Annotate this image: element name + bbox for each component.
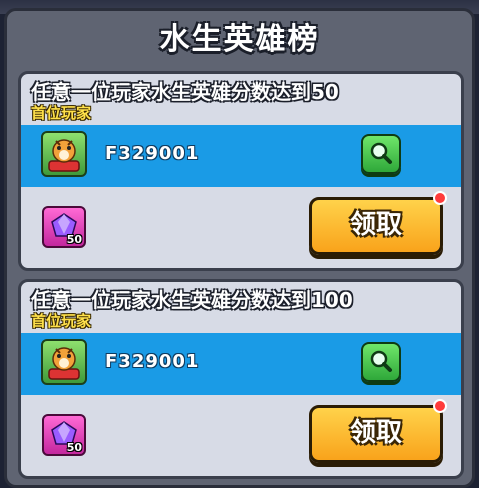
reward-gem: 50 bbox=[42, 206, 86, 248]
view-player-button[interactable] bbox=[361, 342, 401, 382]
notification-dot bbox=[433, 191, 447, 205]
player-row: F329001 bbox=[21, 125, 461, 187]
magnifier-icon bbox=[370, 142, 392, 164]
player-row: F329001 bbox=[21, 333, 461, 395]
claim-button[interactable]: 领取 bbox=[309, 405, 443, 463]
achievement-card: 任意一位玩家水生英雄分数达到100 首位玩家 F329001 50 领取 bbox=[18, 279, 464, 479]
player-id: F329001 bbox=[105, 351, 200, 372]
task-text: 任意一位玩家水生英雄分数达到100 bbox=[31, 288, 353, 312]
player-id: F329001 bbox=[105, 143, 200, 164]
player-avatar-icon bbox=[41, 131, 87, 177]
reward-gem: 50 bbox=[42, 414, 86, 456]
first-player-label: 首位玩家 bbox=[31, 104, 92, 122]
reward-count: 50 bbox=[66, 233, 82, 246]
achievement-card: 任意一位玩家水生英雄分数达到50 首位玩家 F329001 50 领取 bbox=[18, 71, 464, 271]
dialog-title: 水生英雄榜 bbox=[159, 22, 320, 57]
reward-count: 50 bbox=[66, 441, 82, 454]
first-player-label: 首位玩家 bbox=[31, 312, 92, 330]
player-avatar-icon bbox=[41, 339, 87, 385]
magnifier-icon bbox=[370, 350, 392, 372]
view-player-button[interactable] bbox=[361, 134, 401, 174]
task-text: 任意一位玩家水生英雄分数达到50 bbox=[31, 80, 339, 104]
claim-button[interactable]: 领取 bbox=[309, 197, 443, 255]
notification-dot bbox=[433, 399, 447, 413]
